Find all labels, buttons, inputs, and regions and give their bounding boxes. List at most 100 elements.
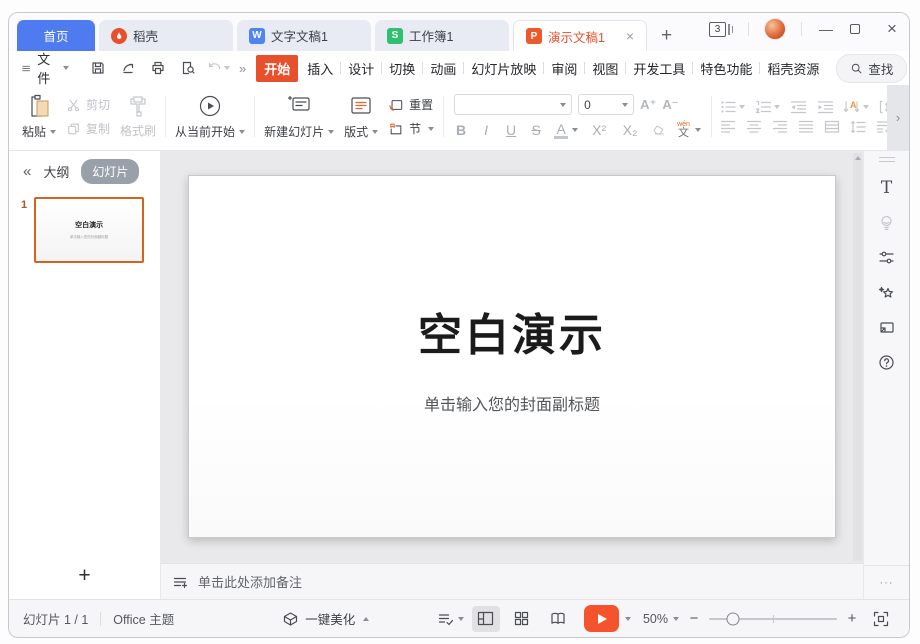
tab-presentation-doc[interactable]: P 演示文稿1 × bbox=[513, 20, 647, 51]
one-click-beautify-button[interactable]: 一键美化 bbox=[282, 609, 369, 628]
fit-to-window-button[interactable] bbox=[867, 606, 895, 632]
cut-button[interactable]: 剪切 bbox=[66, 96, 110, 113]
user-avatar[interactable] bbox=[764, 18, 786, 40]
bullet-list-button[interactable] bbox=[720, 100, 745, 114]
slide-subtitle-placeholder[interactable]: 单击输入您的封面副标题 bbox=[424, 391, 600, 415]
maximize-button[interactable] bbox=[850, 24, 868, 34]
phonetic-guide-button[interactable]: wén 文 bbox=[677, 121, 690, 139]
align-right-icon[interactable] bbox=[772, 120, 788, 134]
drag-handle-icon[interactable] bbox=[879, 157, 895, 162]
ribbon-tab-animation[interactable]: 动画 bbox=[423, 56, 463, 81]
quick-access-more-button[interactable]: » bbox=[235, 61, 250, 76]
window-stack-badge[interactable]: 3 bbox=[709, 22, 733, 37]
print-preview-button[interactable] bbox=[175, 56, 201, 80]
slide-thumbnail[interactable]: 空白演示 单击输入您的封面副标题 bbox=[34, 197, 144, 263]
copy-button[interactable]: 复制 bbox=[66, 120, 110, 137]
paste-button[interactable]: 粘贴 bbox=[22, 93, 56, 140]
export-button[interactable] bbox=[115, 56, 141, 80]
text-direction-button[interactable]: A bbox=[844, 99, 869, 114]
ribbon-tab-features[interactable]: 特色功能 bbox=[693, 56, 759, 81]
new-tab-button[interactable]: + bbox=[651, 25, 682, 51]
ribbon-tab-docer-resources[interactable]: 稻壳资源 bbox=[760, 56, 826, 81]
line-spacing-icon[interactable] bbox=[850, 120, 866, 134]
underline-button[interactable]: U bbox=[504, 122, 518, 138]
font-name-select[interactable] bbox=[454, 94, 572, 115]
outline-tab[interactable]: 大纲 bbox=[43, 162, 69, 181]
italic-button[interactable]: I bbox=[479, 122, 493, 138]
distribute-text-icon[interactable] bbox=[824, 120, 840, 134]
play-slideshow-button[interactable] bbox=[584, 605, 619, 632]
notes-bar[interactable]: 单击此处添加备注 bbox=[161, 563, 863, 599]
numbered-list-button[interactable] bbox=[755, 100, 780, 114]
tab-home[interactable]: 首页 bbox=[17, 20, 95, 51]
vertical-scrollbar[interactable] bbox=[853, 153, 862, 561]
font-color-button[interactable]: A bbox=[554, 122, 568, 139]
zoom-out-button[interactable]: − bbox=[687, 610, 701, 627]
save-button[interactable] bbox=[85, 56, 111, 80]
search-box[interactable]: 查找 bbox=[836, 54, 907, 83]
ribbon-tab-transition[interactable]: 切换 bbox=[382, 56, 422, 81]
minimize-button[interactable]: — bbox=[817, 21, 835, 37]
strikethrough-button[interactable]: S bbox=[529, 122, 543, 138]
ribbon-tab-design[interactable]: 设计 bbox=[341, 56, 381, 81]
decrease-font-button[interactable]: A⁻ bbox=[662, 97, 678, 113]
sidebar-more-button[interactable]: ··· bbox=[864, 565, 909, 599]
zoom-slider[interactable] bbox=[709, 618, 837, 620]
new-slide-button[interactable]: 新建幻灯片 bbox=[264, 93, 334, 140]
ribbon-tab-home[interactable]: 开始 bbox=[256, 55, 298, 82]
tab-close-icon[interactable]: × bbox=[626, 28, 634, 44]
notes-toggle-button[interactable] bbox=[438, 612, 464, 626]
ribbon-tab-insert[interactable]: 插入 bbox=[300, 56, 340, 81]
decrease-indent-icon[interactable] bbox=[790, 100, 807, 114]
adjust-settings-button[interactable] bbox=[864, 240, 909, 275]
slides-tab[interactable]: 幻灯片 bbox=[81, 159, 139, 184]
editor-center: 空白演示 单击输入您的封面副标题 单击此处添加备注 bbox=[161, 151, 863, 599]
increase-font-button[interactable]: A⁺ bbox=[640, 97, 656, 113]
design-tips-button[interactable] bbox=[864, 205, 909, 240]
clear-format-icon[interactable] bbox=[651, 123, 666, 137]
align-center-icon[interactable] bbox=[746, 120, 762, 134]
add-slide-button[interactable]: + bbox=[9, 553, 160, 599]
smart-beautify-button[interactable] bbox=[864, 275, 909, 310]
slide-editor[interactable]: 空白演示 单击输入您的封面副标题 bbox=[188, 175, 836, 538]
slide-title[interactable]: 空白演示 bbox=[418, 299, 606, 363]
zoom-level-button[interactable]: 50% bbox=[643, 612, 679, 626]
reset-button[interactable]: 重置 bbox=[388, 96, 434, 113]
ribbon-tab-developer[interactable]: 开发工具 bbox=[626, 56, 692, 81]
section-button[interactable]: 节 bbox=[388, 120, 434, 137]
reading-view-button[interactable] bbox=[544, 606, 572, 632]
ribbon-tab-review[interactable]: 审阅 bbox=[544, 56, 584, 81]
normal-view-button[interactable] bbox=[472, 606, 500, 632]
format-painter-button[interactable]: 格式刷 bbox=[120, 94, 156, 139]
file-menu[interactable]: 文件 bbox=[21, 49, 69, 87]
zoom-in-button[interactable]: + bbox=[845, 610, 859, 627]
grid-view-icon bbox=[514, 611, 529, 626]
align-left-icon[interactable] bbox=[720, 120, 736, 134]
superscript-button[interactable]: X² bbox=[589, 122, 609, 138]
subscript-button[interactable]: X₂ bbox=[620, 122, 640, 138]
increase-indent-icon[interactable] bbox=[817, 100, 834, 114]
layout-button[interactable]: 版式 bbox=[344, 93, 378, 140]
justify-icon[interactable] bbox=[798, 120, 814, 134]
play-from-current-button[interactable]: 从当前开始 bbox=[175, 93, 245, 140]
zoom-slider-knob[interactable] bbox=[727, 612, 740, 625]
ribbon-tab-view[interactable]: 视图 bbox=[585, 56, 625, 81]
theme-name[interactable]: Office 主题 bbox=[113, 609, 174, 628]
font-size-select[interactable]: 0 bbox=[578, 94, 634, 115]
slide-sorter-button[interactable] bbox=[508, 606, 536, 632]
present-window-button[interactable] bbox=[864, 310, 909, 345]
tab-writer-doc[interactable]: W 文字文稿1 bbox=[237, 20, 371, 51]
ribbon-expand-strip[interactable]: › bbox=[887, 85, 909, 150]
tab-docer[interactable]: 稻壳 bbox=[99, 20, 233, 51]
undo-button[interactable] bbox=[205, 56, 231, 80]
slide-canvas[interactable]: 空白演示 单击输入您的封面副标题 bbox=[161, 151, 863, 563]
print-button[interactable] bbox=[145, 56, 171, 80]
collapse-panel-button[interactable]: « bbox=[23, 163, 31, 180]
text-properties-button[interactable]: T bbox=[864, 170, 909, 205]
ribbon-tab-slideshow[interactable]: 幻灯片放映 bbox=[464, 56, 543, 81]
tab-sheets-doc[interactable]: S 工作簿1 bbox=[375, 20, 509, 51]
close-button[interactable]: × bbox=[883, 19, 901, 39]
help-button[interactable] bbox=[864, 345, 909, 380]
bold-button[interactable]: B bbox=[454, 122, 468, 138]
cloud-sync-icon[interactable] bbox=[907, 60, 910, 76]
